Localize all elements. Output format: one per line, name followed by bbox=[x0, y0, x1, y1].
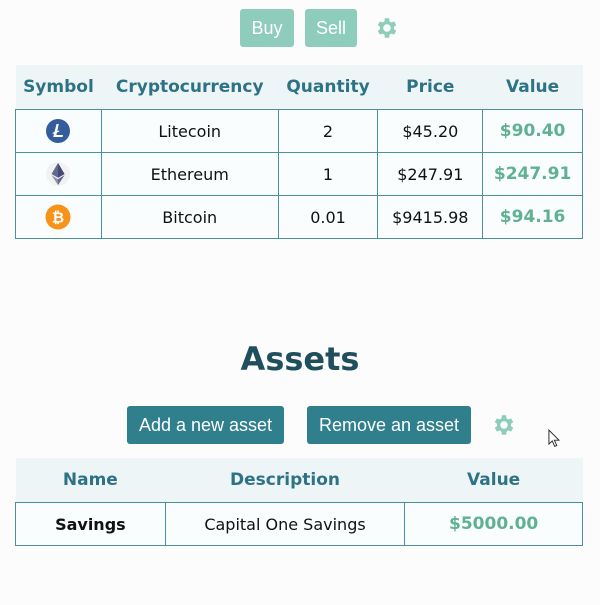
gear-icon[interactable] bbox=[491, 412, 517, 438]
sell-button[interactable]: Sell bbox=[305, 9, 357, 47]
remove-asset-button[interactable]: Remove an asset bbox=[307, 406, 471, 444]
litecoin-icon bbox=[45, 118, 71, 144]
table-row: Ethereum 1 $247.91 $247.91 bbox=[15, 152, 583, 196]
quantity-cell: 0.01 bbox=[277, 195, 379, 239]
value-cell: $247.91 bbox=[482, 152, 583, 196]
header-quantity: Quantity bbox=[278, 65, 378, 110]
assets-table-header: Name Description Value bbox=[15, 458, 583, 503]
crypto-toolbar: Buy Sell bbox=[240, 9, 400, 47]
symbol-cell: ₿ bbox=[15, 195, 102, 239]
table-row: Litecoin 2 $45.20 $90.40 bbox=[15, 109, 583, 153]
header-value: Value bbox=[482, 65, 583, 110]
header-asset-value: Value bbox=[404, 458, 583, 503]
header-price: Price bbox=[377, 65, 483, 110]
gear-icon[interactable] bbox=[374, 15, 400, 41]
asset-value-cell: $5000.00 bbox=[404, 502, 583, 546]
add-asset-button[interactable]: Add a new asset bbox=[127, 406, 284, 444]
bitcoin-icon: ₿ bbox=[45, 204, 71, 230]
svg-text:₿: ₿ bbox=[52, 209, 64, 227]
price-cell: $45.20 bbox=[377, 109, 484, 153]
crypto-table-header: Symbol Cryptocurrency Quantity Price Val… bbox=[15, 65, 583, 110]
assets-title: Assets bbox=[240, 340, 360, 378]
price-cell: $9415.98 bbox=[377, 195, 484, 239]
assets-table: Name Description Value Savings Capital O… bbox=[15, 458, 583, 546]
value-cell: $90.40 bbox=[482, 109, 583, 153]
crypto-name-cell: Bitcoin bbox=[100, 195, 279, 239]
crypto-name-cell: Ethereum bbox=[100, 152, 279, 196]
table-row: ₿ Bitcoin 0.01 $9415.98 $94.16 bbox=[15, 195, 583, 239]
value-cell: $94.16 bbox=[482, 195, 583, 239]
header-name: Name bbox=[15, 458, 166, 503]
asset-name-cell: Savings bbox=[15, 502, 166, 546]
crypto-name-cell: Litecoin bbox=[100, 109, 279, 153]
mouse-cursor-icon bbox=[548, 429, 561, 452]
asset-description-cell: Capital One Savings bbox=[164, 502, 406, 546]
quantity-cell: 2 bbox=[277, 109, 379, 153]
quantity-cell: 1 bbox=[277, 152, 379, 196]
header-cryptocurrency: Cryptocurrency bbox=[101, 65, 279, 110]
ethereum-icon bbox=[45, 161, 71, 187]
header-symbol: Symbol bbox=[15, 65, 102, 110]
symbol-cell bbox=[15, 152, 102, 196]
price-cell: $247.91 bbox=[377, 152, 484, 196]
assets-toolbar: Add a new asset Remove an asset bbox=[127, 406, 517, 444]
symbol-cell bbox=[15, 109, 102, 153]
buy-button[interactable]: Buy bbox=[240, 9, 294, 47]
table-row: Savings Capital One Savings $5000.00 bbox=[15, 502, 583, 546]
header-description: Description bbox=[165, 458, 405, 503]
crypto-table: Symbol Cryptocurrency Quantity Price Val… bbox=[15, 65, 583, 239]
